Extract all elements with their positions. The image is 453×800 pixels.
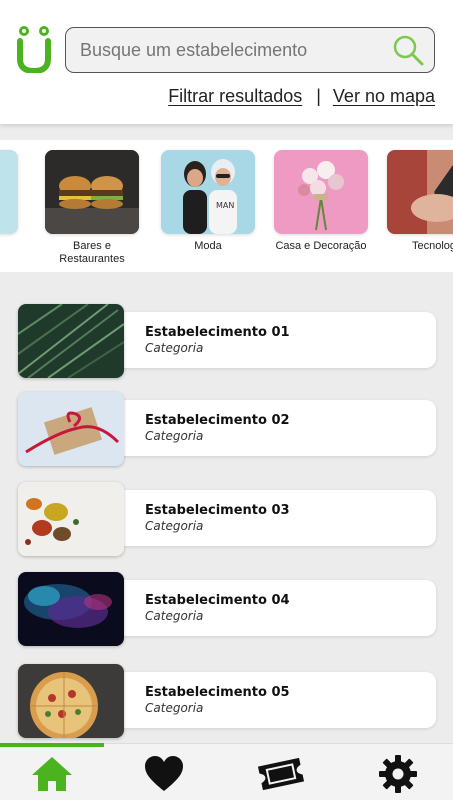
list-item[interactable]: Estabelecimento 05 Categoria <box>18 664 436 740</box>
fashion-image: MAN <box>161 150 255 234</box>
spices-image <box>18 482 124 556</box>
category-item-fashion[interactable]: MAN Moda <box>161 150 255 253</box>
gear-icon <box>379 755 417 793</box>
search-bar[interactable] <box>65 27 435 73</box>
pizza-image <box>18 664 124 738</box>
category-strip[interactable]: Bares e Restaurantes MAN Moda Casa e Dec… <box>0 140 453 272</box>
category-label: Bares e Restaurantes <box>59 240 125 265</box>
category-label: Moda <box>194 240 222 252</box>
list-item[interactable]: Estabelecimento 02 Categoria <box>18 392 436 468</box>
establishment-category: Categoria <box>145 429 204 443</box>
partial-category-image <box>0 150 18 234</box>
establishment-name: Estabelecimento 02 <box>145 413 290 428</box>
header-links: Filtrar resultados | Ver no mapa <box>168 86 435 107</box>
burgers-image <box>45 150 139 234</box>
establishment-category: Categoria <box>145 701 204 715</box>
category-item-partial[interactable] <box>0 150 18 234</box>
filter-results-link[interactable]: Filtrar resultados <box>168 86 302 107</box>
establishment-category: Categoria <box>145 519 204 533</box>
category-label: Tecnolog <box>411 240 453 252</box>
svg-text:MAN: MAN <box>216 201 234 210</box>
list-item[interactable]: Estabelecimento 03 Categoria <box>18 482 436 558</box>
ticket-icon <box>257 757 305 791</box>
establishment-category: Categoria <box>145 341 204 355</box>
active-tab-indicator <box>0 743 104 747</box>
establishment-name: Estabelecimento 01 <box>145 325 290 340</box>
search-input[interactable] <box>80 39 388 61</box>
phone-hand-image <box>387 150 453 234</box>
app-logo[interactable] <box>17 25 51 75</box>
nav-favorites-button[interactable] <box>139 752 189 796</box>
home-icon <box>32 757 72 791</box>
establishment-category: Categoria <box>145 609 204 623</box>
palm-leaves-image <box>18 304 124 378</box>
category-item-home[interactable]: Casa e Decoração <box>274 150 368 253</box>
nav-settings-button[interactable] <box>373 752 423 796</box>
nav-home-button[interactable] <box>27 752 77 796</box>
search-icon[interactable] <box>388 30 428 70</box>
gift-box-image <box>18 392 124 466</box>
list-item[interactable]: Estabelecimento 01 Categoria <box>18 304 436 380</box>
header: Filtrar resultados | Ver no mapa <box>0 0 453 124</box>
bottom-navigation <box>0 743 453 800</box>
establishment-name: Estabelecimento 03 <box>145 503 290 518</box>
category-label: Casa e Decoração <box>275 240 367 252</box>
nebula-image <box>18 572 124 646</box>
flowers-image <box>274 150 368 234</box>
list-item[interactable]: Estabelecimento 04 Categoria <box>18 572 436 648</box>
view-map-link[interactable]: Ver no mapa <box>333 86 435 107</box>
category-item-bars[interactable]: Bares e Restaurantes <box>45 150 139 266</box>
link-separator: | <box>316 86 321 106</box>
nav-tickets-button[interactable] <box>256 752 306 796</box>
heart-icon <box>145 756 183 791</box>
category-item-tech[interactable]: Tecnolog <box>387 150 453 253</box>
establishment-name: Estabelecimento 04 <box>145 593 290 608</box>
establishment-name: Estabelecimento 05 <box>145 685 290 700</box>
